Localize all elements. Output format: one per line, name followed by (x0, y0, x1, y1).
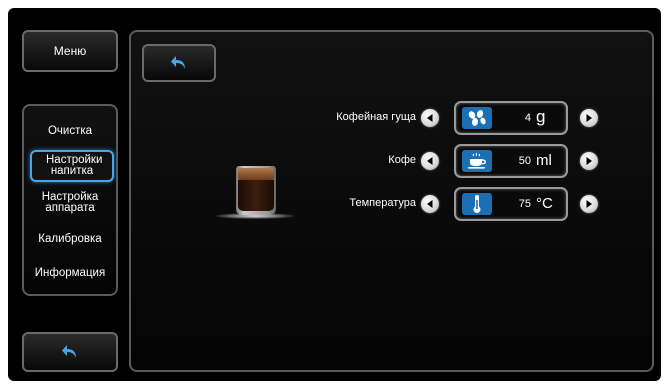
screen: Меню Очистка Настройки напитка Настройка… (8, 8, 661, 381)
menu-button[interactable]: Меню (22, 30, 118, 72)
main-panel: Кофейная гуща 4 g Кофе 50 ml Температура… (129, 30, 654, 372)
sidebar-item-calibration[interactable]: Калибровка (24, 233, 116, 245)
temperature-decrease-button[interactable] (421, 195, 439, 213)
sidebar-item-cleaning[interactable]: Очистка (24, 125, 116, 137)
coffee-value: 50 (518, 155, 531, 167)
coffee-unit: ml (536, 152, 552, 169)
coffee-beans-icon (462, 107, 492, 129)
coffee-cup-icon (462, 150, 492, 172)
temperature-value-box: 75 °C (454, 187, 568, 221)
grounds-value: 4 (524, 112, 531, 124)
sidebar-nav: Очистка Настройки напитка Настройка аппа… (22, 104, 118, 296)
grounds-label: Кофейная гуща (336, 111, 416, 123)
grounds-increase-button[interactable] (580, 109, 598, 127)
arrow-left-icon (427, 114, 433, 122)
sidebar-item-information[interactable]: Информация (24, 267, 116, 279)
arrow-left-icon (427, 157, 433, 165)
back-arrow-icon (62, 345, 76, 358)
temperature-unit: °C (536, 195, 553, 212)
temperature-label: Температура (349, 197, 416, 209)
arrow-right-icon (586, 114, 592, 122)
thermometer-icon (462, 193, 492, 215)
grounds-decrease-button[interactable] (421, 109, 439, 127)
temperature-value: 75 (518, 198, 531, 210)
arrow-right-icon (586, 157, 592, 165)
coffee-increase-button[interactable] (580, 152, 598, 170)
menu-label: Меню (53, 44, 87, 58)
back-arrow-icon (171, 56, 185, 69)
grounds-unit: g (536, 107, 546, 126)
sidebar-item-label: Настройки напитка (46, 154, 103, 177)
sidebar-item-label: Информация (34, 267, 106, 279)
sidebar-item-label: Калибровка (38, 233, 102, 245)
espresso-glass-image (215, 162, 295, 222)
grounds-value-box: 4 g (454, 101, 568, 135)
sidebar-item-label: Очистка (47, 125, 93, 137)
sidebar-item-drink-settings[interactable]: Настройки напитка (30, 150, 114, 182)
sidebar-item-label: Настройка аппарата (41, 191, 99, 214)
main-back-button[interactable] (142, 44, 216, 82)
coffee-decrease-button[interactable] (421, 152, 439, 170)
coffee-value-box: 50 ml (454, 144, 568, 178)
sidebar-item-machine-settings[interactable]: Настройка аппарата (24, 191, 116, 214)
temperature-increase-button[interactable] (580, 195, 598, 213)
arrow-right-icon (586, 200, 592, 208)
coffee-label: Кофе (388, 154, 416, 166)
arrow-left-icon (427, 200, 433, 208)
sidebar-back-button[interactable] (22, 332, 118, 372)
